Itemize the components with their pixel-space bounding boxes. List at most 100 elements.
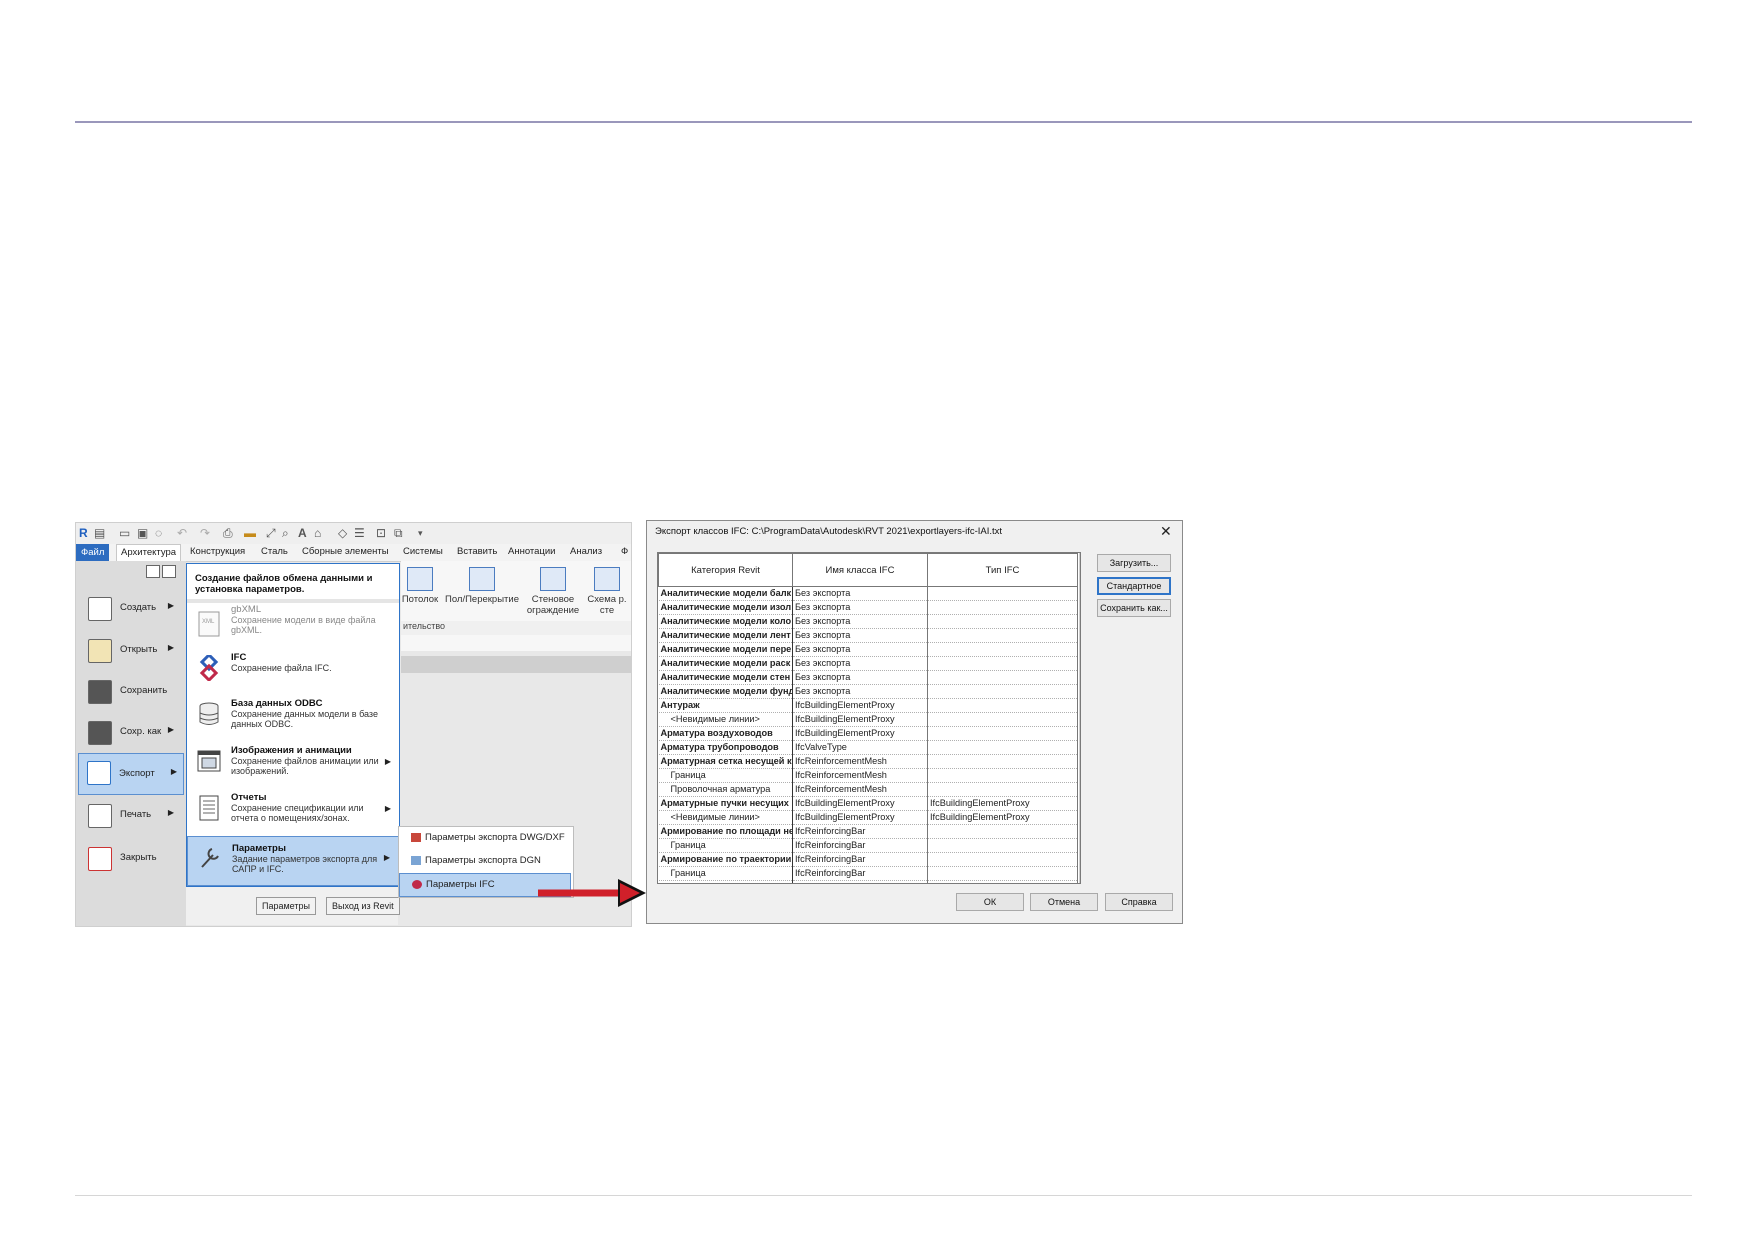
close-hidden-icon[interactable]: ⊡ xyxy=(376,526,386,540)
customize-dropdown-icon[interactable]: ▾ xyxy=(418,526,423,540)
cell-ifc-class[interactable]: IfcBuildingElementProxy xyxy=(792,726,928,741)
table-row[interactable]: Аналитические модели фунд Без экспорта xyxy=(658,684,1078,699)
cell-revit-category[interactable]: Арматура воздуховодов xyxy=(658,726,793,741)
cell-revit-category[interactable]: Армирование по траектории xyxy=(658,852,793,867)
cell-ifc-class[interactable]: IfcReinforcementMesh xyxy=(792,768,928,783)
menu-close-button[interactable]: Закрыть xyxy=(80,840,180,876)
cell-revit-category[interactable]: Аналитические модели лент xyxy=(658,628,793,643)
cell-ifc-type[interactable] xyxy=(927,586,1078,601)
thin-lines-icon[interactable]: ☰ xyxy=(354,526,365,540)
cell-ifc-class[interactable]: IfcReinforcementMesh xyxy=(792,782,928,797)
table-scrollbar[interactable]: ˄ ˅ xyxy=(1079,553,1080,883)
flyout-item-images[interactable]: Изображения и анимации Сохранение файлов… xyxy=(187,741,399,787)
column-header-ifc-type[interactable]: Тип IFC xyxy=(927,553,1078,587)
cell-ifc-class[interactable]: IfcReinforcingBar xyxy=(792,852,928,867)
folder-icon[interactable]: ▭ xyxy=(119,526,130,540)
tab-annotate[interactable]: Аннотации xyxy=(508,546,556,557)
cell-ifc-type[interactable]: IfcBuildingElementProxy xyxy=(927,796,1078,811)
cell-revit-category[interactable]: Арматурная сетка несущей к xyxy=(658,754,793,769)
cell-ifc-type[interactable] xyxy=(927,684,1078,699)
recent-docs-icon[interactable] xyxy=(146,565,160,578)
floor-button[interactable]: Пол/Перекрытие xyxy=(441,565,523,605)
save-as-button[interactable]: Сохранить как... xyxy=(1097,599,1171,617)
redo-icon[interactable]: ↷ xyxy=(200,526,210,540)
cell-ifc-class[interactable]: Без экспорта xyxy=(792,642,928,657)
cell-ifc-type[interactable] xyxy=(927,782,1078,797)
tab-analyze[interactable]: Анализ xyxy=(570,546,602,557)
cell-revit-category[interactable]: Граница xyxy=(658,768,793,783)
cell-revit-category[interactable]: Аналитические модели стен xyxy=(658,670,793,685)
tag-icon[interactable]: ⌕ xyxy=(282,526,289,540)
cell-ifc-type[interactable] xyxy=(927,866,1078,881)
measure-icon[interactable]: ▬ xyxy=(244,526,256,540)
dimension-icon[interactable]: ⤢ xyxy=(266,526,276,540)
cell-revit-category[interactable]: Антураж xyxy=(658,698,793,713)
cell-ifc-class[interactable]: IfcBuildingElementProxy xyxy=(792,796,928,811)
cell-ifc-class[interactable]: Без экспорта xyxy=(792,684,928,699)
column-header-ifc-class[interactable]: Имя класса IFC xyxy=(792,553,928,587)
cell-ifc-type[interactable] xyxy=(927,600,1078,615)
cell-ifc-type[interactable] xyxy=(927,628,1078,643)
cell-ifc-class[interactable]: Без экспорта xyxy=(792,670,928,685)
3d-view-icon[interactable]: ⌂ xyxy=(314,526,321,540)
cell-revit-category[interactable]: Арматура трубопроводов xyxy=(658,740,793,755)
menu-export-button[interactable]: Экспорт ▶ xyxy=(78,753,184,795)
cell-ifc-type[interactable]: IfcBuildingElementProxy xyxy=(927,810,1078,825)
cell-ifc-type[interactable] xyxy=(927,670,1078,685)
cell-ifc-class[interactable]: Без экспорта xyxy=(792,600,928,615)
flyout-item-ifc[interactable]: IFC Сохранение файла IFC. xyxy=(187,648,399,694)
sync-icon[interactable]: ◌ xyxy=(155,526,162,540)
submenu-dwg-options[interactable]: Параметры экспорта DWG/DXF xyxy=(399,827,571,849)
cell-ifc-class[interactable]: Без экспорта xyxy=(792,614,928,629)
cell-ifc-type[interactable] xyxy=(927,852,1078,867)
cell-revit-category[interactable]: Проволочная арматура xyxy=(658,782,793,797)
curtain-grid-button[interactable]: Схема р. сте xyxy=(583,565,631,616)
cell-ifc-type[interactable] xyxy=(927,726,1078,741)
tab-steel[interactable]: Сталь xyxy=(261,546,288,557)
recent-documents-toggle[interactable] xyxy=(146,565,180,579)
table-row[interactable]: Аналитические модели раск Без экспорта xyxy=(658,656,1078,671)
curtain-wall-button[interactable]: Стеновое ограждение xyxy=(525,565,581,616)
ok-button[interactable]: ОК xyxy=(956,893,1024,911)
exit-revit-button[interactable]: Выход из Revit xyxy=(326,897,400,915)
tab-more[interactable]: Ф xyxy=(621,546,628,557)
help-button[interactable]: Справка xyxy=(1105,893,1173,911)
table-row[interactable]: Армирование по площади не IfcReinforcingB… xyxy=(658,824,1078,839)
cell-revit-category[interactable]: Аналитические модели раск xyxy=(658,656,793,671)
table-row[interactable]: Аналитические модели пере Без экспорта xyxy=(658,642,1078,657)
switch-windows-icon[interactable]: ⧉ xyxy=(394,526,403,540)
open-icon[interactable]: ▤ xyxy=(94,526,105,540)
table-row[interactable]: Аналитические модели изол Без экспорта xyxy=(658,600,1078,615)
tab-structure[interactable]: Конструкция xyxy=(190,546,245,557)
cell-revit-category[interactable]: Граница xyxy=(658,866,793,881)
table-row[interactable]: Аналитические модели коло Без экспорта xyxy=(658,614,1078,629)
cell-ifc-type[interactable]: BEAMSYSTEM xyxy=(927,880,1078,883)
cell-revit-category[interactable]: <Невидимые линии> xyxy=(658,712,793,727)
cell-ifc-type[interactable] xyxy=(927,712,1078,727)
tab-systems[interactable]: Системы xyxy=(403,546,443,557)
undo-icon[interactable]: ↶ xyxy=(177,526,187,540)
cell-ifc-class[interactable]: Без экспорта xyxy=(792,586,928,601)
table-row[interactable]: Аналитические модели лент Без экспорта xyxy=(658,628,1078,643)
table-row[interactable]: Арматура трубопроводов IfcValveType xyxy=(658,740,1078,755)
cell-revit-category[interactable]: Граница xyxy=(658,838,793,853)
table-row[interactable]: Граница IfcReinforcingBar xyxy=(658,866,1078,881)
menu-new-button[interactable]: Создать ▶ xyxy=(80,590,180,626)
tab-insert[interactable]: Вставить xyxy=(457,546,497,557)
cell-revit-category[interactable]: Аналитические модели пере xyxy=(658,642,793,657)
cell-revit-category[interactable]: Армирование по площади не xyxy=(658,824,793,839)
close-icon[interactable]: ✕ xyxy=(1160,523,1172,540)
cell-ifc-type[interactable] xyxy=(927,656,1078,671)
cell-ifc-class[interactable]: IfcBuildingElementProxy xyxy=(792,810,928,825)
table-row[interactable]: <Невидимые линии> IfcBuildingElementProxy… xyxy=(658,810,1078,825)
menu-open-button[interactable]: Открыть ▶ xyxy=(80,632,180,668)
cell-ifc-class[interactable]: IfcReinforcementMesh xyxy=(792,754,928,769)
cell-ifc-class[interactable]: IfcValveType xyxy=(792,740,928,755)
cancel-button[interactable]: Отмена xyxy=(1030,893,1098,911)
cell-ifc-class[interactable]: Без экспорта xyxy=(792,628,928,643)
table-row[interactable]: Арматура воздуховодов IfcBuildingElementP… xyxy=(658,726,1078,741)
cell-revit-category[interactable]: Аналитические модели коло xyxy=(658,614,793,629)
cell-ifc-class[interactable]: IfcBuildingElementProxy xyxy=(792,712,928,727)
table-row[interactable]: Аналитические модели балк Без экспорта xyxy=(658,586,1078,601)
table-row[interactable]: Балочные системыIfcAssemblyBEAMSYSTEM xyxy=(658,880,1078,883)
